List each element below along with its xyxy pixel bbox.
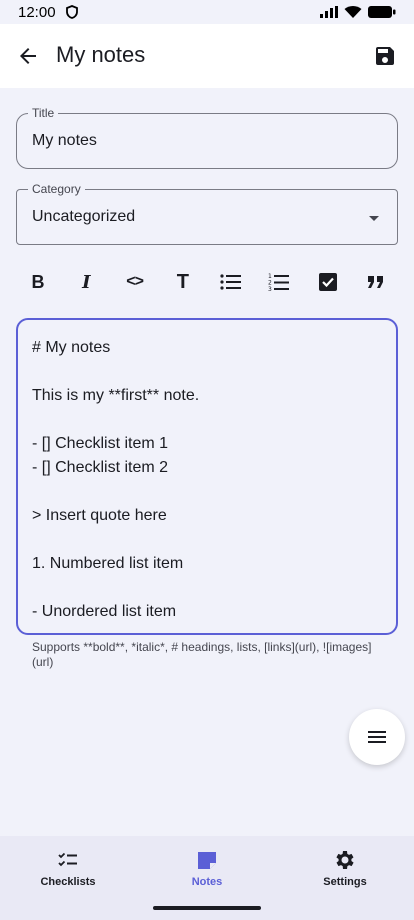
- quote-button[interactable]: [360, 266, 392, 298]
- note-icon: [198, 852, 216, 869]
- nav-label-checklists: Checklists: [40, 876, 96, 888]
- editor-line: - [] Checklist item 1: [32, 435, 169, 452]
- dropdown-arrow-icon: [369, 216, 379, 221]
- editor-line: > Insert quote here: [32, 507, 167, 524]
- quote-icon: [367, 276, 383, 288]
- status-left: 12:00: [18, 4, 78, 21]
- menu-fab[interactable]: [349, 709, 405, 765]
- title-field-label: Title: [28, 106, 59, 120]
- signal-icon: [320, 6, 338, 18]
- title-field-value: My notes: [32, 132, 97, 149]
- note-editor[interactable]: # My notes This is my **first** note. - …: [16, 318, 398, 635]
- status-time: 12:00: [18, 3, 56, 21]
- italic-button[interactable]: I: [70, 266, 102, 298]
- category-dropdown[interactable]: Category Uncategorized: [16, 182, 398, 245]
- numbered-list-icon: 1 2 3: [268, 273, 290, 292]
- code-button[interactable]: <>: [119, 266, 151, 298]
- top-app-bar: My notes: [0, 24, 414, 88]
- checkbox-button[interactable]: [312, 266, 344, 298]
- category-field-value: Uncategorized: [32, 208, 136, 225]
- nav-label-settings: Settings: [323, 876, 367, 888]
- save-icon[interactable]: [373, 44, 397, 68]
- bulleted-list-button[interactable]: [215, 266, 247, 298]
- status-bar: 12:00: [0, 0, 414, 24]
- nav-item-notes[interactable]: Notes: [152, 848, 262, 892]
- nav-item-settings[interactable]: Settings: [290, 848, 400, 892]
- status-right: [320, 5, 396, 19]
- editor-line: # My notes: [32, 339, 111, 356]
- wifi-icon: [344, 6, 362, 18]
- bulleted-list-icon: [220, 274, 242, 290]
- shield-icon: [65, 5, 78, 19]
- markdown-helper-text: Supports **bold**, *italic*, # headings,…: [32, 640, 372, 669]
- formatting-toolbar: B I <> T 1 2 3: [16, 262, 398, 302]
- heading-button[interactable]: T: [167, 266, 199, 298]
- svg-text:3: 3: [268, 286, 272, 292]
- menu-icon: [368, 731, 386, 743]
- editor-line: 1. Numbered list item: [32, 555, 184, 572]
- nav-label-notes: Notes: [191, 876, 223, 888]
- title-field[interactable]: Title My notes: [16, 106, 398, 169]
- nav-item-checklists[interactable]: Checklists: [13, 848, 123, 892]
- editor-line: This is my **first** note.: [32, 387, 200, 404]
- back-arrow-icon[interactable]: [16, 44, 40, 68]
- page-title: My notes: [56, 42, 146, 67]
- gear-icon: [336, 851, 354, 869]
- battery-icon: [368, 6, 396, 18]
- bold-button[interactable]: B: [22, 266, 54, 298]
- checklist-icon: [58, 852, 77, 867]
- numbered-list-button[interactable]: 1 2 3: [263, 266, 295, 298]
- category-field-label: Category: [28, 182, 85, 196]
- editor-line: - [] Checklist item 2: [32, 459, 169, 476]
- editor-line: - Unordered list item: [32, 603, 177, 620]
- checkbox-icon: [318, 273, 337, 291]
- home-indicator[interactable]: [153, 906, 261, 910]
